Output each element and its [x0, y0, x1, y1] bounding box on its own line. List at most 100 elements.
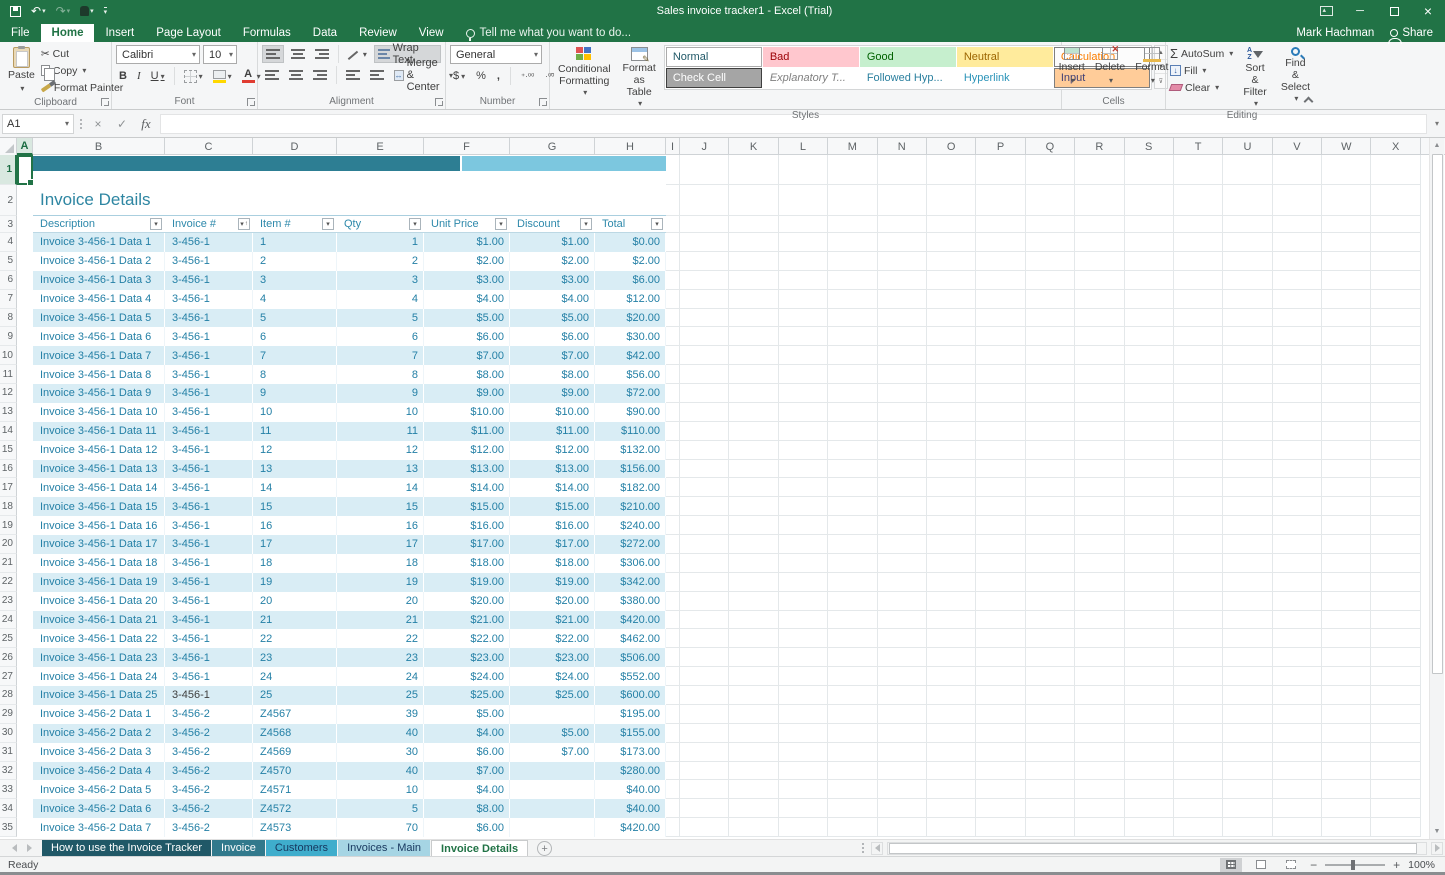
cell-G14[interactable]: $11.00 [510, 422, 595, 441]
cell-X34[interactable] [1371, 799, 1420, 818]
cell-U19[interactable] [1223, 516, 1272, 535]
cell-L13[interactable] [779, 403, 828, 422]
cell-P6[interactable] [976, 271, 1025, 290]
cell-H13[interactable]: $90.00 [595, 403, 666, 422]
cell-H19[interactable]: $240.00 [595, 516, 666, 535]
cell-U14[interactable] [1223, 422, 1272, 441]
cell-F27[interactable]: $24.00 [424, 667, 510, 686]
redo-dropdown-icon[interactable]: ▾ [67, 8, 71, 15]
cell-N32[interactable] [878, 762, 927, 781]
cell-N31[interactable] [878, 743, 927, 762]
cell-X35[interactable] [1371, 818, 1420, 837]
cell-A29[interactable] [17, 705, 33, 724]
cell-U18[interactable] [1223, 497, 1272, 516]
cell-R15[interactable] [1075, 441, 1124, 460]
cell-A30[interactable] [17, 724, 33, 743]
cell-H11[interactable]: $56.00 [595, 365, 666, 384]
cell-J24[interactable] [680, 611, 729, 630]
cell-A35[interactable] [17, 818, 33, 837]
cell-A4[interactable] [17, 233, 33, 252]
row-header-10[interactable]: 10 [0, 346, 17, 365]
cell-T3[interactable] [1174, 216, 1223, 233]
cell-R29[interactable] [1075, 705, 1124, 724]
cell-O28[interactable] [927, 686, 976, 705]
cell-P20[interactable] [976, 535, 1025, 554]
cell-U33[interactable] [1223, 780, 1272, 799]
cell-M33[interactable] [828, 780, 877, 799]
cell-K5[interactable] [729, 252, 778, 271]
cell-J27[interactable] [680, 667, 729, 686]
cell-P11[interactable] [976, 365, 1025, 384]
name-box[interactable]: A1▾ [2, 114, 74, 134]
cell-W24[interactable] [1322, 611, 1371, 630]
cell-T21[interactable] [1174, 554, 1223, 573]
cell-G7[interactable]: $4.00 [510, 290, 595, 309]
cell-I7[interactable] [666, 290, 680, 309]
cell-P22[interactable] [976, 573, 1025, 592]
cell-B24[interactable]: Invoice 3-456-1 Data 21 [33, 611, 165, 630]
cell-S34[interactable] [1125, 799, 1174, 818]
cell-D25[interactable]: 22 [253, 629, 337, 648]
cell-M20[interactable] [828, 535, 877, 554]
cell-J1[interactable] [680, 155, 729, 185]
cell-G11[interactable]: $8.00 [510, 365, 595, 384]
cell-I20[interactable] [666, 535, 680, 554]
column-header-F[interactable]: F [424, 138, 510, 155]
cell-L17[interactable] [779, 478, 828, 497]
ribbon-tab-review[interactable]: Review [348, 24, 408, 42]
column-header-O[interactable]: O [927, 138, 976, 155]
cell-Q6[interactable] [1026, 271, 1075, 290]
align-center-button[interactable] [286, 66, 306, 84]
cell-N2[interactable] [878, 185, 927, 216]
row-header-31[interactable]: 31 [0, 743, 17, 762]
cell-Q29[interactable] [1026, 705, 1075, 724]
column-header-I[interactable]: I [666, 138, 680, 155]
cell-Q19[interactable] [1026, 516, 1075, 535]
cell-I3[interactable] [666, 216, 680, 233]
cell-S20[interactable] [1125, 535, 1174, 554]
cell-T35[interactable] [1174, 818, 1223, 837]
cell-M13[interactable] [828, 403, 877, 422]
cell-K33[interactable] [729, 780, 778, 799]
cell-X29[interactable] [1371, 705, 1420, 724]
cell-U24[interactable] [1223, 611, 1272, 630]
cell-S5[interactable] [1125, 252, 1174, 271]
cell-V4[interactable] [1273, 233, 1322, 252]
table-header-unit-price[interactable]: Unit Price▾ [424, 216, 510, 233]
zoom-out-button[interactable]: − [1310, 858, 1317, 872]
cell-W15[interactable] [1322, 441, 1371, 460]
cell-W7[interactable] [1322, 290, 1371, 309]
cell-T1[interactable] [1174, 155, 1223, 185]
cell-V2[interactable] [1273, 185, 1322, 216]
cell-O15[interactable] [927, 441, 976, 460]
column-header-E[interactable]: E [337, 138, 424, 155]
cell-M24[interactable] [828, 611, 877, 630]
cell-Q2[interactable] [1026, 185, 1075, 216]
cell-B5[interactable]: Invoice 3-456-1 Data 2 [33, 252, 165, 271]
cell-E5[interactable]: 2 [337, 252, 424, 271]
cell-E34[interactable]: 5 [337, 799, 424, 818]
cell-V11[interactable] [1273, 365, 1322, 384]
cell-F14[interactable]: $11.00 [424, 422, 510, 441]
cell-A16[interactable] [17, 460, 33, 479]
cell-F23[interactable]: $20.00 [424, 592, 510, 611]
cell-J7[interactable] [680, 290, 729, 309]
cell-J21[interactable] [680, 554, 729, 573]
cell-K23[interactable] [729, 592, 778, 611]
zoom-level[interactable]: 100% [1408, 859, 1435, 871]
horizontal-scroll-thumb[interactable] [889, 843, 1417, 854]
cell-K32[interactable] [729, 762, 778, 781]
cell-N25[interactable] [878, 629, 927, 648]
cell-T17[interactable] [1174, 478, 1223, 497]
cell-J35[interactable] [680, 818, 729, 837]
cell-B32[interactable]: Invoice 3-456-2 Data 4 [33, 762, 165, 781]
cell-G31[interactable]: $7.00 [510, 743, 595, 762]
cell-B29[interactable]: Invoice 3-456-2 Data 1 [33, 705, 165, 724]
cell-E10[interactable]: 7 [337, 346, 424, 365]
cell-L9[interactable] [779, 327, 828, 346]
cell-F19[interactable]: $16.00 [424, 516, 510, 535]
cell-V32[interactable] [1273, 762, 1322, 781]
cell-I2[interactable] [666, 185, 680, 216]
cell-O35[interactable] [927, 818, 976, 837]
cell-Q16[interactable] [1026, 460, 1075, 479]
